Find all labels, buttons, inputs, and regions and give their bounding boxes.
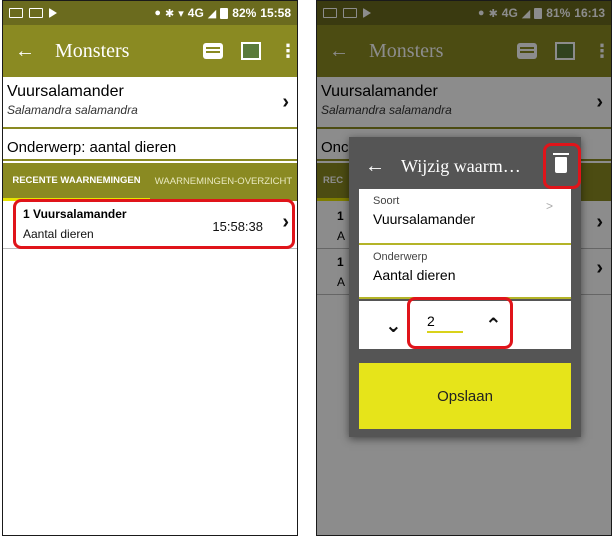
wifi-icon: ▾ (178, 7, 184, 20)
subject-field: Onderwerp Aantal dieren (359, 245, 571, 297)
battery-percent: 82% (232, 6, 257, 20)
species-name: Vuursalamander (7, 83, 124, 100)
species-field[interactable]: Soort Vuursalamander > (359, 189, 571, 243)
highlight-count-stepper (407, 297, 513, 349)
species-field-value: Vuursalamander (373, 211, 476, 227)
more-vert-icon[interactable]: ⋮ (279, 41, 297, 62)
app-title: Monsters (55, 39, 130, 62)
tab-observations-overview[interactable]: WAARNEMINGEN-OVERZICHT (150, 163, 297, 201)
play-store-icon (49, 8, 57, 18)
back-arrow-icon[interactable]: ← (365, 155, 391, 178)
phone-screen-right: ● ✱ 4G ◢ 81% 16:13 ← Monsters ⋮ Vuursala… (316, 0, 612, 536)
back-arrow-icon[interactable]: ← (15, 40, 45, 63)
chevron-right-icon: > (545, 199, 553, 213)
clock: 15:58 (260, 6, 291, 20)
subject-field-value: Aantal dieren (373, 267, 456, 283)
species-latin-name: Salamandra salamandra (7, 103, 138, 117)
dialog-title: Wijzig waarm… (401, 155, 521, 176)
highlight-delete-button (543, 143, 581, 189)
gallery-icon (9, 8, 23, 18)
network-type: 4G (187, 6, 204, 20)
highlight-observation-row (13, 199, 295, 249)
location-icon: ● (154, 7, 162, 19)
tab-recent-observations[interactable]: RECENTE WAARNEMINGEN (3, 163, 150, 201)
status-bar: ● ✱ ▾ 4G ◢ 82% 15:58 (3, 1, 297, 25)
species-field-label: Soort (373, 195, 400, 207)
species-row[interactable]: Vuursalamander Salamandra salamandra › (3, 79, 297, 129)
chevron-right-icon: › (282, 91, 289, 113)
chevron-down-icon[interactable]: ⌄ (385, 313, 402, 338)
save-button[interactable]: Opslaan (359, 363, 571, 429)
tab-bar: RECENTE WAARNEMINGEN WAARNEMINGEN-OVERZI… (3, 163, 297, 201)
bluetooth-icon: ✱ (165, 7, 175, 20)
subject-field-label: Onderwerp (373, 251, 428, 263)
battery-icon (220, 7, 229, 19)
image-icon (29, 8, 43, 18)
keyboard-icon[interactable] (203, 43, 223, 59)
subject-label: Onderwerp: aantal dieren (3, 137, 297, 161)
app-bar: ← Monsters ⋮ (3, 25, 297, 77)
signal-icon: ◢ (207, 7, 217, 20)
map-icon[interactable] (241, 42, 261, 60)
phone-screen-left: ● ✱ ▾ 4G ◢ 82% 15:58 ← Monsters ⋮ Vuursa… (2, 0, 298, 536)
